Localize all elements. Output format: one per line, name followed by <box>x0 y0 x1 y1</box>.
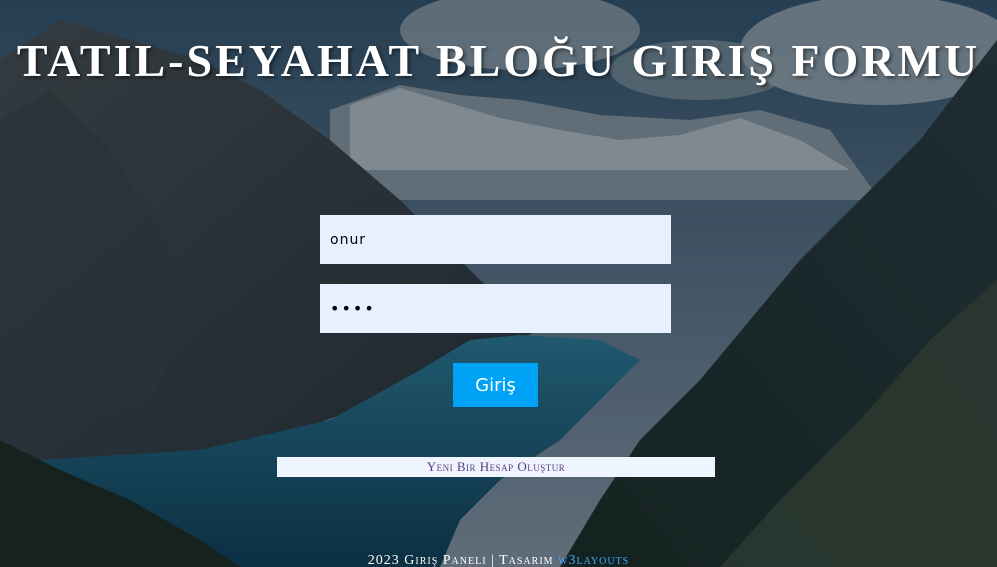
footer: 2023 Giriş Paneli | Tasarım w3layouts <box>0 553 997 567</box>
create-account-link[interactable]: Yeni Bir Hesap Oluştur <box>277 457 715 477</box>
login-button[interactable]: Giriş <box>453 363 538 407</box>
password-input[interactable] <box>320 284 671 333</box>
footer-text: 2023 Giriş Paneli | Tasarım <box>367 553 559 567</box>
username-input[interactable] <box>320 215 671 264</box>
page-title: TATIL-SEYAHAT BLOĞU GIRIŞ FORMU <box>16 35 981 86</box>
w3layouts-link[interactable]: w3layouts <box>558 553 629 567</box>
